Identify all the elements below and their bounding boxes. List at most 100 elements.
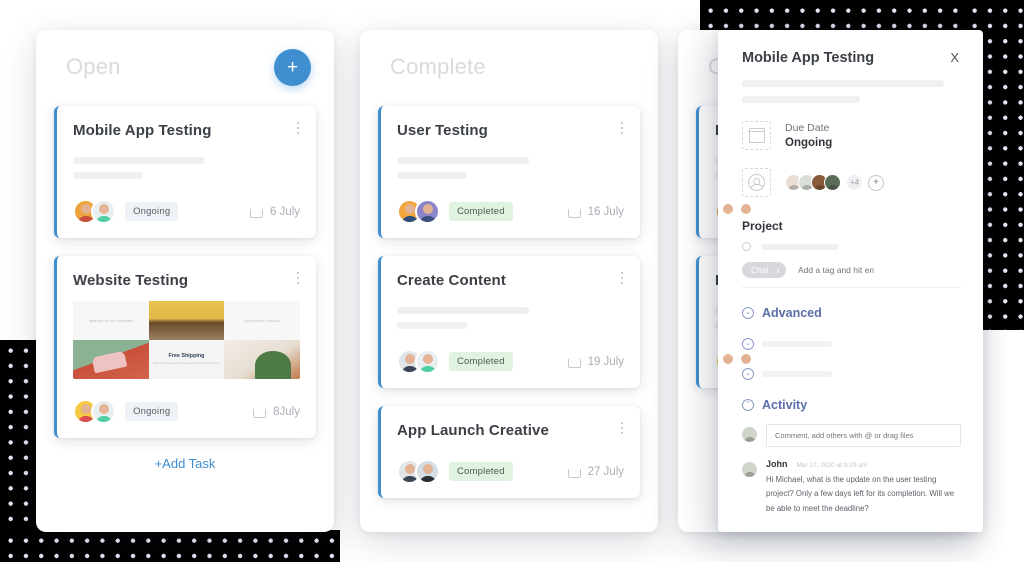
task-card-title: App Launch Creative <box>397 422 549 439</box>
assignee-avatars[interactable] <box>73 199 116 224</box>
task-card-footer: Ongoing 8July <box>73 399 300 424</box>
project-label: Project <box>742 219 783 233</box>
due-date: 27 July <box>567 465 624 478</box>
status-badge: Ongoing <box>125 402 179 421</box>
comment-input[interactable] <box>766 424 961 447</box>
comment-compose-row <box>742 424 961 447</box>
due-date-label: Due Date Ongoing <box>785 122 832 149</box>
task-card-footer: Completed 27 July <box>397 459 624 484</box>
task-card[interactable]: Mobile App Testing Ongoing 6 July <box>54 106 316 238</box>
due-date-text: 19 July <box>587 355 624 368</box>
avatar <box>91 199 116 224</box>
accordion-label-placeholder <box>762 371 832 377</box>
card-menu-icon[interactable] <box>616 122 628 136</box>
task-description-placeholder <box>73 172 143 179</box>
due-date: 6 July <box>249 205 300 218</box>
promo-title: Free Shipping <box>168 353 205 360</box>
due-date-row[interactable]: Due Date Ongoing <box>742 121 961 150</box>
assignee-avatars[interactable] <box>397 349 440 374</box>
task-description-placeholder <box>397 157 529 164</box>
task-card-footer: Completed 19 July <box>397 349 624 374</box>
due-date-text: 8July <box>273 405 300 418</box>
assignees-row[interactable]: +4 + <box>742 168 961 197</box>
detail-title: Mobile App Testing <box>742 50 875 66</box>
assignee-avatars[interactable] <box>397 199 440 224</box>
comment-body: John Mar 27, 2020 at 9:29 am Hi Michael,… <box>766 459 961 516</box>
column-header-open: Open + <box>36 30 334 106</box>
close-icon[interactable]: X <box>948 50 961 65</box>
due-date-text: 6 July <box>269 205 300 218</box>
task-card[interactable]: User Testing Completed 16 July <box>378 106 640 238</box>
assignee-avatars[interactable] <box>397 459 440 484</box>
card-menu-icon[interactable] <box>292 122 304 136</box>
chevron-up-icon: ⌃ <box>742 399 754 411</box>
tag-row: Chat x <box>742 262 961 288</box>
accordion-advanced[interactable]: ⌄ Advanced <box>742 306 961 320</box>
task-description-placeholder <box>397 172 467 179</box>
task-card-footer: Completed 16 July <box>397 199 624 224</box>
due-date-label-text: Due Date <box>785 122 830 134</box>
due-date: 8July <box>252 405 300 418</box>
column-header-complete: Complete <box>360 30 658 106</box>
task-description-placeholder <box>73 157 205 164</box>
comment-text: Hi Michael, what is the update on the us… <box>766 475 955 513</box>
avatar-overflow-count: +4 <box>847 175 862 190</box>
person-icon <box>742 168 771 197</box>
add-task-link[interactable]: +Add Task <box>54 456 316 471</box>
calendar-icon <box>252 405 267 418</box>
detail-header: Mobile App Testing X <box>742 50 961 66</box>
app-canvas: Open + Mobile App Testing Ongoing 6 July… <box>0 0 1024 562</box>
card-menu-icon[interactable] <box>616 422 628 436</box>
due-date: 16 July <box>567 205 624 218</box>
chevron-down-icon: ⌄ <box>742 338 754 350</box>
avatar <box>415 459 440 484</box>
task-description-placeholder <box>397 322 467 329</box>
radio-icon[interactable] <box>742 242 751 251</box>
detail-description-placeholder <box>742 96 860 103</box>
promo-subtitle: Free shipping with a free across Furnitu… <box>153 361 220 366</box>
assignee-avatars[interactable] <box>73 399 116 424</box>
comment-author: John <box>766 459 788 469</box>
accordion-collapsed-row[interactable]: ⌄ <box>742 338 961 350</box>
task-card[interactable]: App Launch Creative Completed 27 July <box>378 406 640 498</box>
due-date-text: 27 July <box>587 465 624 478</box>
comment-timestamp: Mar 27, 2020 at 9:29 am <box>796 462 868 469</box>
card-menu-icon[interactable] <box>616 272 628 286</box>
comment-header: John Mar 27, 2020 at 9:29 am <box>766 459 961 469</box>
task-detail-panel: Mobile App Testing X Due Date Ongoing +4… <box>718 30 983 532</box>
avatar <box>742 462 757 477</box>
activity-comment: John Mar 27, 2020 at 9:29 am Hi Michael,… <box>742 459 961 516</box>
thumbnail-chair-photo <box>148 301 225 340</box>
project-name-placeholder <box>761 243 839 250</box>
avatar <box>415 349 440 374</box>
calendar-icon <box>567 355 581 368</box>
thumbnail-caption-right: our furniture products <box>244 318 280 323</box>
accordion-activity[interactable]: ⌃ Activity <box>742 398 961 412</box>
tag-label: Chat <box>751 265 769 275</box>
status-badge: Completed <box>449 202 513 221</box>
project-option-row[interactable] <box>742 242 961 251</box>
task-card[interactable]: Create Content Completed 19 July <box>378 256 640 388</box>
calendar-icon <box>567 465 581 478</box>
tag-chip[interactable]: Chat x <box>742 262 786 278</box>
task-card[interactable]: Website Testing materials for our custom… <box>54 256 316 438</box>
add-card-button[interactable]: + <box>274 49 311 86</box>
card-menu-icon[interactable] <box>292 272 304 286</box>
accordion-advanced-label: Advanced <box>762 306 822 320</box>
add-assignee-button[interactable]: + <box>868 174 884 191</box>
thumbnail-caption-left: materials for our customers <box>88 318 133 323</box>
thumbnail-promo: Free Shipping Free shipping with a free … <box>148 340 225 379</box>
accordion-collapsed-row[interactable]: ⌄ <box>742 368 961 380</box>
task-description-placeholder <box>397 307 529 314</box>
tag-input[interactable] <box>797 265 938 275</box>
calendar-icon <box>567 205 581 218</box>
due-date-text: 16 July <box>587 205 624 218</box>
column-body-complete: User Testing Completed 16 July Create Co… <box>360 106 658 498</box>
accordion-activity-label: Activity <box>762 398 808 412</box>
tag-remove-icon[interactable]: x <box>776 266 780 275</box>
task-card-title: User Testing <box>397 122 488 139</box>
task-card-title: Create Content <box>397 272 506 289</box>
calendar-icon <box>249 205 264 218</box>
status-badge: Completed <box>449 462 513 481</box>
assignee-avatar-list[interactable]: +4 + <box>785 174 884 191</box>
